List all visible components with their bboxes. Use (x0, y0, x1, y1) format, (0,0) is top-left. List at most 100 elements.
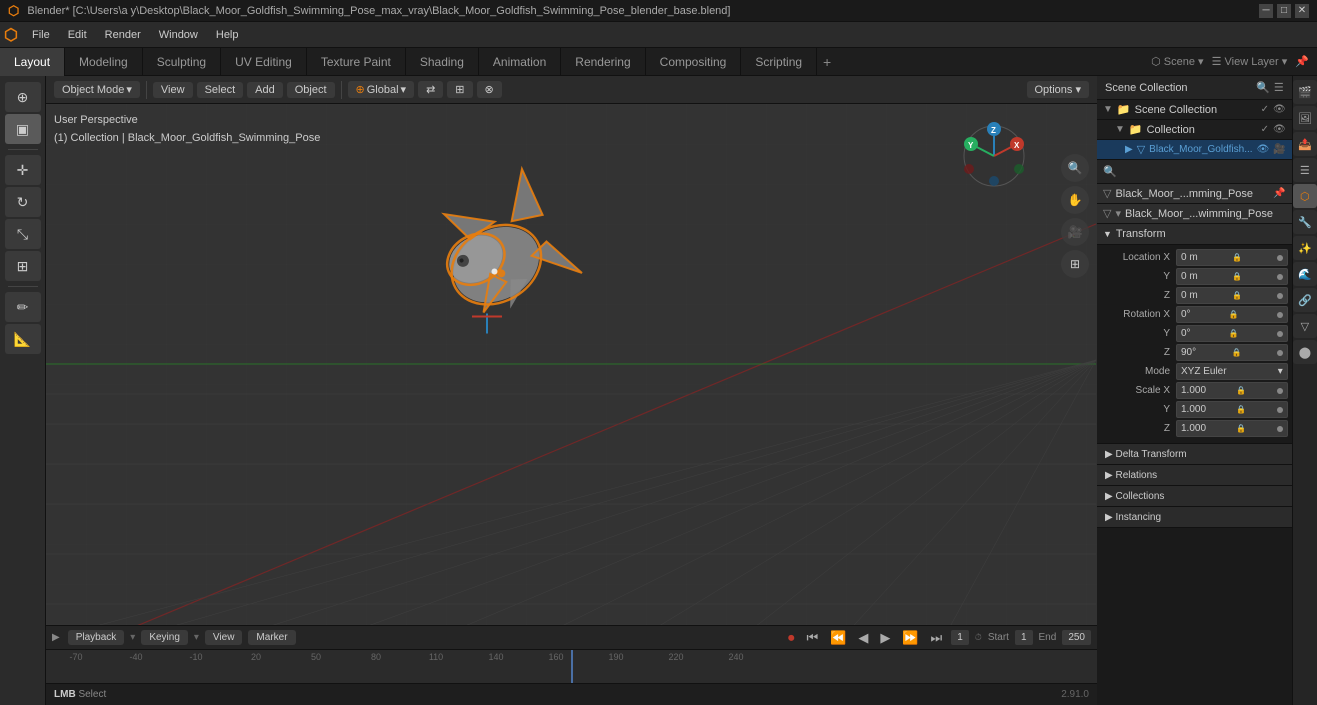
object-mode-dropdown[interactable]: Object Mode ▾ (54, 81, 140, 98)
output-props-btn[interactable]: 📤 (1293, 132, 1317, 156)
playback-menu[interactable]: Playback (68, 630, 125, 645)
current-frame-display[interactable]: 1 (951, 630, 969, 645)
window-controls[interactable]: ─ □ ✕ (1259, 4, 1309, 18)
menu-file[interactable]: File (24, 27, 58, 43)
material-props-btn[interactable]: ⬤ (1293, 340, 1317, 364)
end-frame-input[interactable]: 250 (1062, 630, 1091, 645)
scale-y-input[interactable]: 1.000 🔒 (1176, 401, 1288, 418)
marker-menu[interactable]: Marker (248, 630, 295, 645)
add-workspace-button[interactable]: + (817, 54, 837, 70)
viewport-canvas[interactable]: User Perspective (1) Collection | Black_… (46, 104, 1097, 625)
tab-rendering[interactable]: Rendering (561, 48, 645, 76)
outliner-filter-btn[interactable]: 🔍 (1256, 81, 1270, 94)
collection-visibility[interactable]: ✓ (1261, 124, 1269, 135)
zoom-icon-btn[interactable]: 🔍 (1061, 154, 1089, 182)
measure-tool[interactable]: 📐 (5, 324, 41, 354)
scale-z-input[interactable]: 1.000 🔒 (1176, 420, 1288, 437)
add-menu[interactable]: Add (247, 82, 283, 98)
rotation-z-input[interactable]: 90° 🔒 (1176, 344, 1288, 361)
tab-sculpting[interactable]: Sculpting (143, 48, 221, 76)
object-props-btn[interactable]: ⬡ (1293, 184, 1317, 208)
snap-btn[interactable]: ⊞ (447, 81, 472, 98)
transform-tool[interactable]: ⊞ (5, 251, 41, 281)
tab-animation[interactable]: Animation (479, 48, 561, 76)
next-frame-button[interactable]: ⏩ (899, 629, 921, 647)
start-frame-input[interactable]: 1 (1015, 630, 1033, 645)
scale-x-input[interactable]: 1.000 🔒 (1176, 382, 1288, 399)
scene-dropdown[interactable]: ⬡ Scene ▾ (1151, 55, 1203, 68)
tab-shading[interactable]: Shading (406, 48, 479, 76)
tab-scripting[interactable]: Scripting (741, 48, 817, 76)
proportional-btn[interactable]: ⊗ (477, 81, 502, 98)
play-button[interactable]: ▶ (877, 629, 893, 647)
delta-transform-section[interactable]: ▶ Delta Transform (1097, 443, 1292, 465)
maximize-button[interactable]: □ (1277, 4, 1291, 18)
object-menu[interactable]: Object (287, 82, 335, 98)
outliner-options-btn[interactable]: ☰ (1274, 81, 1284, 94)
object-visibility[interactable]: 👁 (1257, 144, 1270, 155)
transform-mode-btn[interactable]: ⊕ Global ▾ (348, 81, 415, 98)
minimize-button[interactable]: ─ (1259, 4, 1273, 18)
select-menu[interactable]: Select (197, 82, 244, 98)
close-button[interactable]: ✕ (1295, 4, 1309, 18)
annotate-tool[interactable]: ✏ (5, 292, 41, 322)
menu-help[interactable]: Help (208, 27, 247, 43)
jump-start-button[interactable]: ⏮ (803, 629, 821, 647)
navigation-gizmo[interactable]: Z X Y (957, 119, 1032, 194)
location-x-input[interactable]: 0 m 🔒 (1176, 249, 1288, 266)
view-menu[interactable]: View (153, 82, 193, 98)
scene-props-btn[interactable]: 🎬 (1293, 80, 1317, 104)
tab-compositing[interactable]: Compositing (646, 48, 742, 76)
timeline-body[interactable]: -70 -40 -10 20 50 80 110 140 160 190 220… (46, 650, 1097, 683)
viewport-gizmo[interactable]: Z X Y (957, 119, 1032, 197)
cursor-tool[interactable]: ⊕ (5, 82, 41, 112)
move-tool[interactable]: ✛ (5, 155, 41, 185)
menu-edit[interactable]: Edit (60, 27, 95, 43)
location-y-input[interactable]: 0 m 🔒 (1176, 268, 1288, 285)
scene-collection-item[interactable]: ▼ 📁 Scene Collection ✓ 👁 (1097, 100, 1292, 120)
data-props-btn[interactable]: ▽ (1293, 314, 1317, 338)
collection-render[interactable]: 👁 (1273, 124, 1286, 135)
collection-item[interactable]: ▼ 📁 Collection ✓ 👁 (1097, 120, 1292, 140)
play-reverse-button[interactable]: ◀ (855, 629, 871, 647)
menu-render[interactable]: Render (97, 27, 149, 43)
grid-icon-btn[interactable]: ⊞ (1061, 250, 1089, 278)
tab-modeling[interactable]: Modeling (65, 48, 143, 76)
instancing-section[interactable]: ▶ Instancing (1097, 507, 1292, 528)
view-layer-dropdown[interactable]: ☰ View Layer ▾ (1212, 55, 1288, 68)
camera-icon-btn[interactable]: 🎥 (1061, 218, 1089, 246)
particles-props-btn[interactable]: ✨ (1293, 236, 1317, 260)
tab-uv-editing[interactable]: UV Editing (221, 48, 307, 76)
scale-tool[interactable]: ⤡ (5, 219, 41, 249)
physics-props-btn[interactable]: 🌊 (1293, 262, 1317, 286)
object-data-dropdown[interactable]: ▾ (1115, 207, 1121, 220)
mode-dropdown[interactable]: XYZ Euler ▾ (1176, 363, 1288, 380)
tab-texture-paint[interactable]: Texture Paint (307, 48, 406, 76)
menu-window[interactable]: Window (151, 27, 206, 43)
constraints-props-btn[interactable]: 🔗 (1293, 288, 1317, 312)
options-btn[interactable]: Options ▾ (1027, 81, 1090, 98)
pin-button[interactable]: 📌 (1273, 188, 1285, 199)
pivot-btn[interactable]: ⇄ (418, 81, 443, 98)
scene-collection-visibility[interactable]: ✓ (1261, 104, 1269, 115)
tab-layout[interactable]: Layout (0, 48, 65, 76)
view-layer-props-btn[interactable]: ☰ (1293, 158, 1317, 182)
render-props-btn[interactable]: 🖼 (1293, 106, 1317, 130)
object-render[interactable]: 🎥 (1273, 144, 1285, 155)
transform-section-header[interactable]: ▼ Transform (1097, 224, 1292, 245)
rotate-tool[interactable]: ↻ (5, 187, 41, 217)
rotation-y-input[interactable]: 0° 🔒 (1176, 325, 1288, 342)
pan-icon-btn[interactable]: ✋ (1061, 186, 1089, 214)
object-item[interactable]: ▶ ▽ Black_Moor_Goldfish... 👁 🎥 (1097, 140, 1292, 160)
rotation-x-input[interactable]: 0° 🔒 (1176, 306, 1288, 323)
modifier-props-btn[interactable]: 🔧 (1293, 210, 1317, 234)
select-tool[interactable]: ▣ (5, 114, 41, 144)
scene-collection-render-toggle[interactable]: 👁 (1273, 104, 1286, 115)
location-z-input[interactable]: 0 m 🔒 (1176, 287, 1288, 304)
relations-section[interactable]: ▶ Relations (1097, 465, 1292, 486)
collections-section[interactable]: ▶ Collections (1097, 486, 1292, 507)
prev-frame-button[interactable]: ⏪ (827, 629, 849, 647)
record-button[interactable]: ⏺ (785, 629, 798, 647)
jump-end-button[interactable]: ⏭ (928, 629, 946, 647)
timeline-view-menu[interactable]: View (205, 630, 243, 645)
